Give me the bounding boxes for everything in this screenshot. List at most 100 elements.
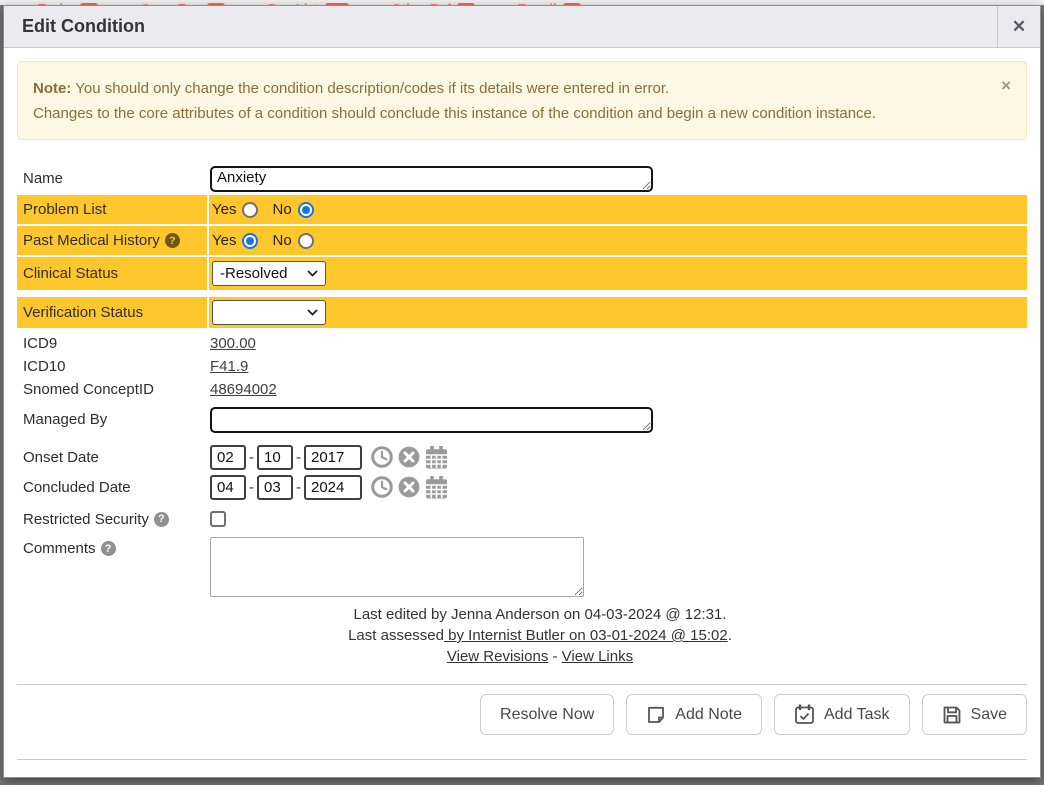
snomed-code-link[interactable]: 48694002	[210, 381, 277, 398]
problem-list-row: Problem List Yes No	[17, 195, 1027, 224]
chevron-down-icon	[307, 270, 318, 277]
clinical-status-row: Clinical Status -Resolved	[17, 257, 1027, 290]
add-task-button[interactable]: Add Task	[774, 694, 910, 735]
background-tab-count: 10	[325, 3, 349, 5]
calendar-icon[interactable]	[425, 476, 448, 499]
icd9-label: ICD9	[17, 335, 207, 352]
problem-list-yes-label: Yes	[212, 201, 236, 218]
page-background: Tasks 4 Open Enc 1 Due List 10 Other Ref 1 E…	[0, 0, 1044, 785]
verification-status-label: Verification Status	[17, 297, 207, 328]
icd9-row: ICD9 300.00	[17, 332, 1027, 355]
concluded-year-input[interactable]: 2024	[304, 475, 362, 500]
clock-icon[interactable]	[371, 446, 393, 468]
snomed-row: Snomed ConceptID 48694002	[17, 378, 1027, 401]
calendar-check-icon	[794, 704, 815, 725]
chevron-down-icon	[307, 309, 318, 316]
clear-date-icon[interactable]	[398, 476, 420, 498]
note-line-2: Changes to the core attributes of a cond…	[33, 101, 982, 126]
condition-form: Name Anxiety Problem List Yes No	[17, 162, 1027, 597]
problem-list-no-label: No	[272, 201, 291, 218]
note-label: Note:	[33, 80, 71, 97]
background-tab-count: 1	[457, 3, 475, 5]
problem-list-yes-radio[interactable]	[242, 202, 258, 218]
view-links-link[interactable]: View Links	[562, 648, 633, 665]
save-button[interactable]: Save	[922, 694, 1027, 735]
onset-day-input[interactable]: 02	[210, 445, 246, 470]
comments-row: Comments ?	[17, 537, 1027, 597]
clinical-status-select[interactable]: -Resolved	[212, 261, 326, 286]
last-assessed-text: Last assessed by Internist Butler on 03-…	[53, 625, 1027, 646]
restricted-security-row: Restricted Security ?	[17, 507, 1027, 531]
add-note-button[interactable]: Add Note	[626, 694, 762, 735]
resolve-now-button[interactable]: Resolve Now	[480, 694, 614, 735]
save-icon	[942, 705, 962, 725]
help-icon[interactable]: ?	[154, 512, 169, 527]
background-tab-label: Tasks	[38, 1, 74, 5]
name-label: Name	[17, 170, 207, 187]
last-edited-text: Last edited by Jenna Anderson on 04-03-2…	[53, 604, 1027, 625]
name-input[interactable]: Anxiety	[210, 166, 653, 192]
concluded-month-input[interactable]: 03	[257, 475, 293, 500]
background-tab-count: 4	[80, 3, 98, 5]
pmh-yes-label: Yes	[212, 232, 236, 249]
note-line-1: Note: You should only change the conditi…	[33, 76, 982, 101]
dialog-body: Note: You should only change the conditi…	[4, 61, 1040, 760]
problem-list-label: Problem List	[17, 195, 207, 224]
concluded-date-row: Concluded Date 04 - 03 - 2024	[17, 472, 1027, 502]
last-assessed-link[interactable]: by Internist Butler on 03-01-2024 @ 15:0…	[444, 627, 728, 644]
background-tab-label: Open Enc	[140, 1, 201, 5]
dialog-title: Edit Condition	[4, 6, 997, 47]
calendar-icon[interactable]	[425, 446, 448, 469]
icd9-code-link[interactable]: 300.00	[210, 335, 256, 352]
problem-list-no-radio[interactable]	[298, 202, 314, 218]
note-icon	[646, 705, 666, 725]
restricted-security-label: Restricted Security ?	[17, 511, 207, 528]
clear-date-icon[interactable]	[398, 446, 420, 468]
comments-input[interactable]	[210, 537, 584, 597]
verification-status-row: Verification Status	[17, 297, 1027, 328]
past-medical-history-row: Past Medical History ? Yes No	[17, 226, 1027, 255]
name-row: Name Anxiety	[17, 162, 1027, 195]
onset-month-input[interactable]: 10	[257, 445, 293, 470]
restricted-security-checkbox[interactable]	[210, 511, 226, 527]
view-links-line: View Revisions - View Links	[53, 646, 1027, 667]
pmh-yes-radio[interactable]	[242, 233, 258, 249]
snomed-label: Snomed ConceptID	[17, 381, 207, 398]
footer-divider	[17, 684, 1027, 685]
action-buttons: Resolve Now Add Note Add Task Save	[17, 694, 1027, 735]
close-icon[interactable]: ✕	[997, 6, 1040, 47]
past-medical-history-label: Past Medical History ?	[17, 226, 207, 255]
onset-date-label: Onset Date	[17, 449, 207, 466]
onset-date-row: Onset Date 02 - 10 - 2017	[17, 442, 1027, 472]
pmh-no-radio[interactable]	[298, 233, 314, 249]
clinical-status-value: -Resolved	[220, 265, 288, 282]
icd10-row: ICD10 F41.9	[17, 355, 1027, 378]
icd10-label: ICD10	[17, 358, 207, 375]
pmh-no-label: No	[272, 232, 291, 249]
onset-year-input[interactable]: 2017	[304, 445, 362, 470]
background-tab-count: 1	[207, 3, 225, 5]
managed-by-row: Managed By	[17, 403, 1027, 436]
comments-label: Comments ?	[17, 540, 207, 557]
audit-info: Last edited by Jenna Anderson on 04-03-2…	[17, 604, 1027, 667]
note-banner: Note: You should only change the conditi…	[17, 61, 1027, 140]
background-tab-label: Other Ref	[392, 1, 451, 5]
background-tab-label: Due List	[268, 1, 319, 5]
edit-condition-dialog: Edit Condition ✕ Note: You should only c…	[3, 5, 1041, 778]
dialog-header: Edit Condition ✕	[4, 6, 1040, 48]
help-icon[interactable]: ?	[101, 541, 116, 556]
clinical-status-label: Clinical Status	[17, 257, 207, 290]
clock-icon[interactable]	[371, 476, 393, 498]
managed-by-label: Managed By	[17, 411, 207, 428]
concluded-day-input[interactable]: 04	[210, 475, 246, 500]
concluded-date-label: Concluded Date	[17, 479, 207, 496]
bottom-divider	[17, 759, 1027, 760]
help-icon[interactable]: ?	[165, 233, 180, 248]
verification-status-select[interactable]	[212, 300, 326, 325]
background-tab-label: E-mail	[518, 1, 557, 5]
background-tab-count: 2	[563, 3, 581, 5]
note-dismiss-icon[interactable]: ×	[1001, 73, 1011, 98]
managed-by-input[interactable]	[210, 407, 653, 433]
icd10-code-link[interactable]: F41.9	[210, 358, 248, 375]
view-revisions-link[interactable]: View Revisions	[447, 648, 548, 665]
